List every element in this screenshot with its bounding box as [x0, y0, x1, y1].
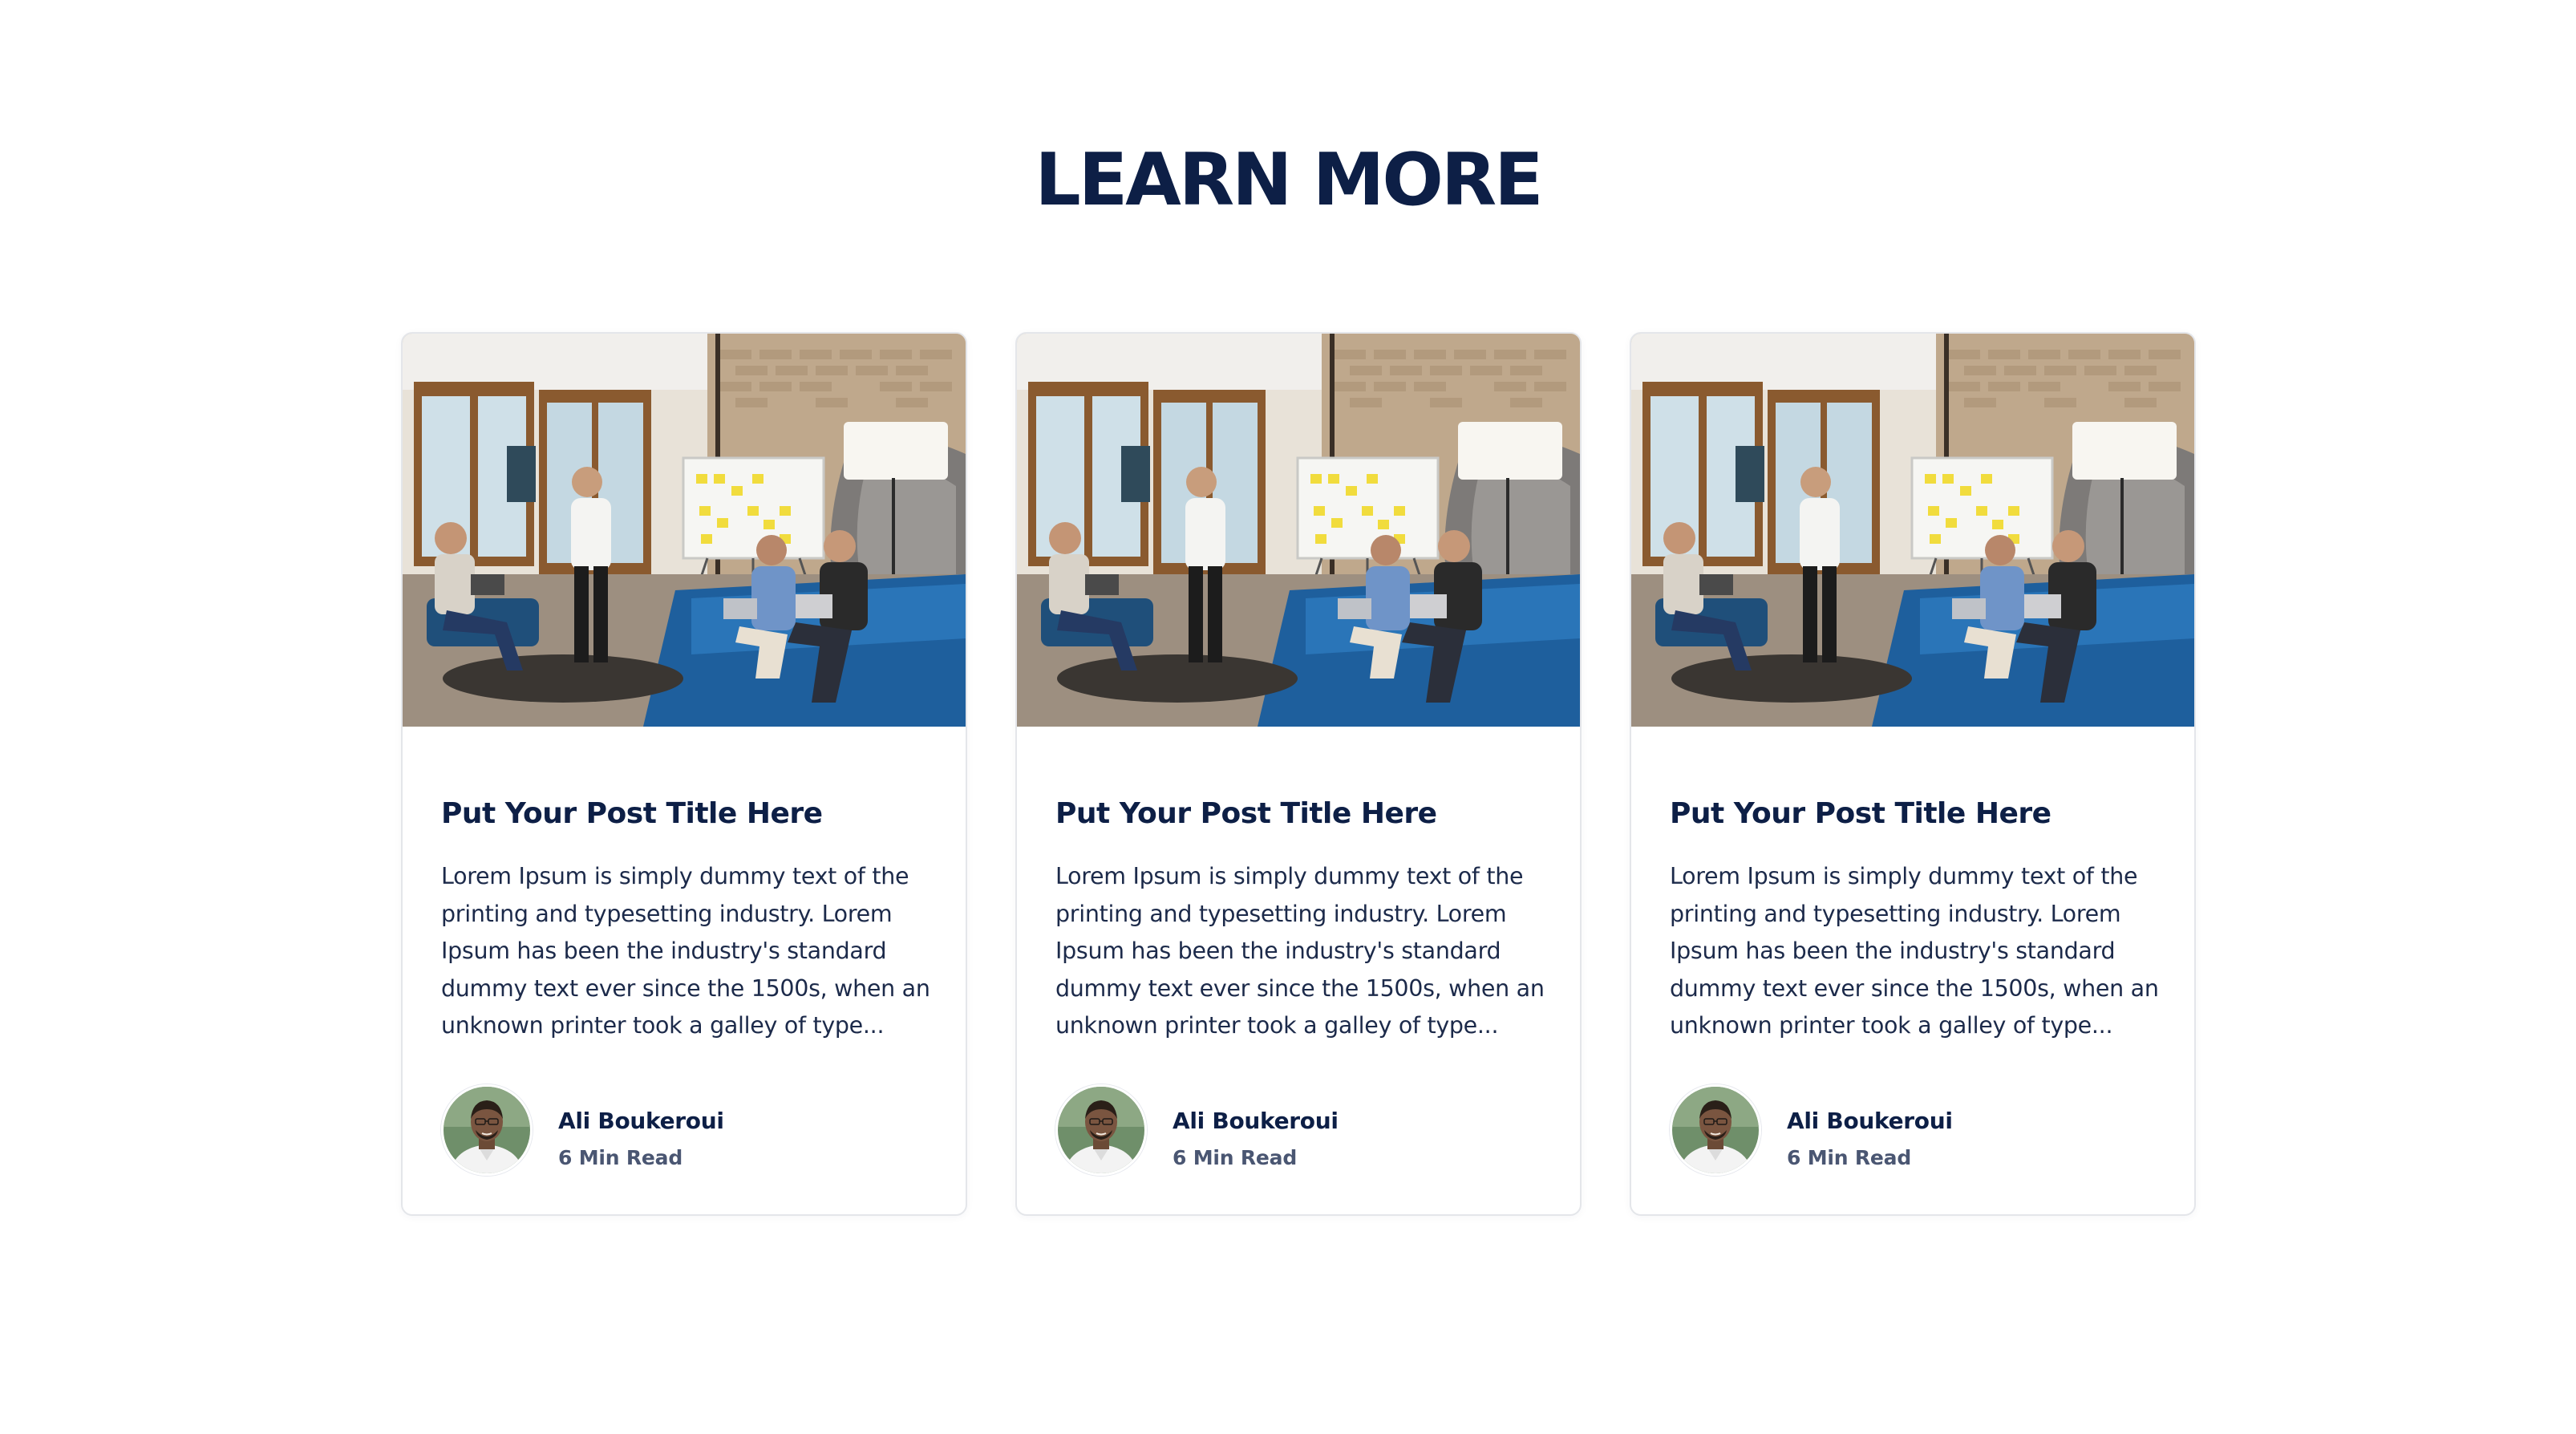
post-image[interactable] [1017, 334, 1580, 727]
post-card[interactable]: Put Your Post Title Here Lorem Ipsum is … [401, 332, 967, 1216]
post-author: Ali Boukeroui 6 Min Read [441, 1084, 938, 1176]
post-author: Ali Boukeroui 6 Min Read [1670, 1084, 2167, 1176]
post-title[interactable]: Put Your Post Title Here [441, 794, 823, 834]
post-excerpt: Lorem Ipsum is simply dummy text of the … [1055, 863, 1545, 1039]
avatar [1670, 1084, 1761, 1176]
avatar [441, 1084, 533, 1176]
section-title: LEARN MORE [1035, 138, 1543, 222]
post-cards-grid: Put Your Post Title Here Lorem Ipsum is … [401, 332, 2196, 1216]
post-card[interactable]: Put Your Post Title Here Lorem Ipsum is … [1630, 332, 2196, 1216]
post-image[interactable] [1631, 334, 2194, 727]
author-name: Ali Boukeroui [1787, 1108, 1953, 1134]
post-author: Ali Boukeroui 6 Min Read [1055, 1084, 1553, 1176]
author-name: Ali Boukeroui [558, 1108, 724, 1134]
post-card[interactable]: Put Your Post Title Here Lorem Ipsum is … [1015, 332, 1582, 1216]
read-time: 6 Min Read [558, 1146, 683, 1169]
avatar [1055, 1084, 1147, 1176]
post-image[interactable] [403, 334, 966, 727]
post-title[interactable]: Put Your Post Title Here [1670, 794, 2051, 834]
post-excerpt: Lorem Ipsum is simply dummy text of the … [441, 863, 930, 1039]
read-time: 6 Min Read [1173, 1146, 1298, 1169]
author-name: Ali Boukeroui [1173, 1108, 1339, 1134]
read-time: 6 Min Read [1787, 1146, 1912, 1169]
post-excerpt: Lorem Ipsum is simply dummy text of the … [1670, 863, 2159, 1039]
post-title[interactable]: Put Your Post Title Here [1055, 794, 1437, 834]
